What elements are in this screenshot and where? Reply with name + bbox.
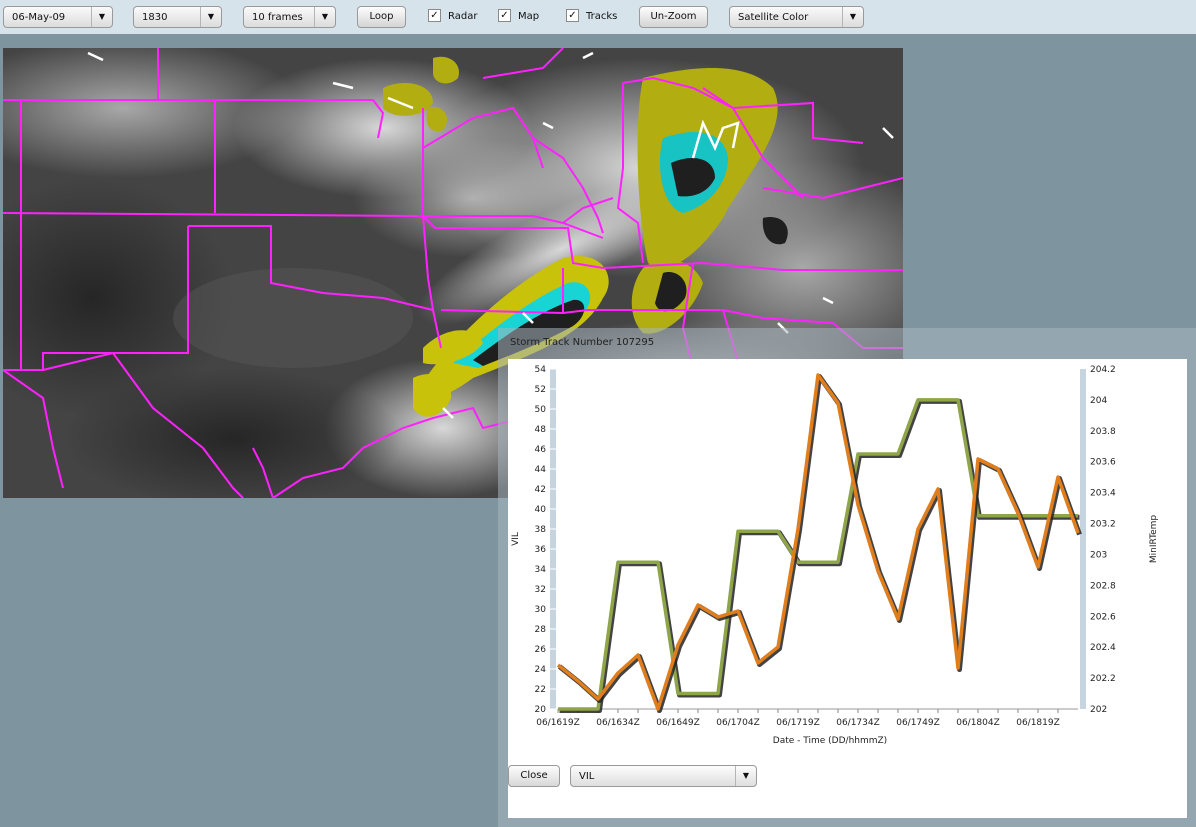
- y-left-tick-label: 30: [535, 605, 547, 615]
- imagery-value: Satellite Color: [738, 12, 809, 23]
- loop-button[interactable]: Loop: [357, 6, 406, 28]
- chevron-down-icon: ▼: [842, 7, 863, 27]
- y-right-tick-label: 203.8: [1090, 427, 1116, 437]
- y-left-tick-label: 42: [535, 485, 546, 495]
- y-left-tick-label: 48: [535, 425, 547, 435]
- y-right-tick-label: 202.4: [1090, 643, 1116, 653]
- chevron-down-icon: ▼: [200, 7, 221, 27]
- series-vil-shadow: [557, 374, 1082, 713]
- chevron-down-icon: ▼: [91, 7, 112, 27]
- y-left-tick-label: 40: [535, 505, 547, 515]
- y-right-tick-label: 204: [1090, 396, 1107, 406]
- left-axis-strip: [550, 369, 556, 709]
- y-left-tick-label: 28: [535, 625, 547, 635]
- chart-panel: 20 22 24 26 28 30 32 34 36 38 40 42 44 46 48 50 52 54 202 2…: [508, 359, 1187, 818]
- y-right-tick-label: 202.6: [1090, 612, 1116, 622]
- storm-track-window[interactable]: Storm Track Number 107295 20 22 24 26 28 30 32…: [498, 328, 1196, 827]
- y-left-tick-label: 22: [535, 685, 546, 695]
- y-right-tick-label: 203: [1090, 550, 1107, 560]
- time-dropdown[interactable]: 1830 ▼: [133, 6, 222, 28]
- y-left-tick-label: 26: [535, 645, 547, 655]
- y-left-tick-label: 32: [535, 585, 546, 595]
- y-right-tick-label: 203.2: [1090, 520, 1116, 530]
- map-label: Map: [518, 11, 540, 22]
- storm-track-chart: 20 22 24 26 28 30 32 34 36 38 40 42 44 46 48 50 52 54 202 2…: [511, 365, 1159, 746]
- x-tick-label: 06/1634Z: [596, 718, 640, 728]
- tracks-checkbox[interactable]: ✓: [566, 9, 579, 22]
- y-right-tick-label: 203.4: [1090, 489, 1116, 499]
- right-axis-strip: [1080, 369, 1086, 709]
- x-tick-label: 06/1819Z: [1016, 718, 1060, 728]
- y-left-tick-label: 54: [535, 365, 547, 375]
- map-checkbox[interactable]: ✓: [498, 9, 511, 22]
- y-right-tick-label: 202.8: [1090, 581, 1116, 591]
- close-button[interactable]: Close: [508, 765, 560, 787]
- y-left-tick-label: 36: [535, 545, 547, 555]
- x-tick-label: 06/1619Z: [536, 718, 580, 728]
- y-right-tick-label: 203.6: [1090, 458, 1116, 468]
- y-right-tick-label: 202.2: [1090, 674, 1116, 684]
- y-left-tick-label: 20: [535, 705, 547, 715]
- y-left-axis-label: VIL: [511, 532, 521, 546]
- y-right-axis-label: MinIRTemp: [1149, 515, 1159, 563]
- y-left-tick-label: 38: [535, 525, 547, 535]
- y-left-tick-label: 46: [535, 445, 547, 455]
- y-right-tick-label: 204.2: [1090, 365, 1116, 375]
- frames-dropdown[interactable]: 10 frames ▼: [243, 6, 336, 28]
- y-left-tick-label: 52: [535, 385, 546, 395]
- x-axis-label: Date - Time (DD/hhmmZ): [773, 736, 887, 746]
- y-left-tick-label: 24: [535, 665, 547, 675]
- x-tick-label: 06/1649Z: [656, 718, 700, 728]
- tracks-label: Tracks: [586, 11, 618, 22]
- radar-checkbox[interactable]: ✓: [428, 9, 441, 22]
- x-tick-label: 06/1719Z: [776, 718, 820, 728]
- series-minirtemp-shadow: [559, 398, 1080, 713]
- variable-select-value: VIL: [579, 771, 595, 782]
- y-left-tick-label: 34: [535, 565, 547, 575]
- x-tick-label: 06/1734Z: [836, 718, 880, 728]
- storm-track-title: Storm Track Number 107295: [510, 337, 655, 348]
- date-dropdown[interactable]: 06-May-09 ▼: [3, 6, 113, 28]
- chevron-down-icon: ▼: [314, 7, 335, 27]
- variable-select[interactable]: VIL ▼: [570, 765, 757, 787]
- imagery-dropdown[interactable]: Satellite Color ▼: [729, 6, 864, 28]
- series-vil-line: [556, 373, 1080, 711]
- frames-value: 10 frames: [252, 12, 303, 23]
- radar-label: Radar: [448, 11, 478, 22]
- date-value: 06-May-09: [12, 12, 66, 23]
- y-right-tick-label: 202: [1090, 705, 1107, 715]
- x-tick-label: 06/1704Z: [716, 718, 760, 728]
- unzoom-button[interactable]: Un-Zoom: [639, 6, 708, 28]
- x-tick-label: 06/1804Z: [956, 718, 1000, 728]
- chevron-down-icon: ▼: [735, 766, 756, 786]
- toolbar: 06-May-09 ▼ 1830 ▼ 10 frames ▼ Loop ✓ Ra…: [0, 0, 1196, 34]
- y-left-tick-label: 50: [535, 405, 547, 415]
- x-tick-label: 06/1749Z: [896, 718, 940, 728]
- time-value: 1830: [142, 12, 168, 23]
- y-left-tick-label: 44: [535, 465, 547, 475]
